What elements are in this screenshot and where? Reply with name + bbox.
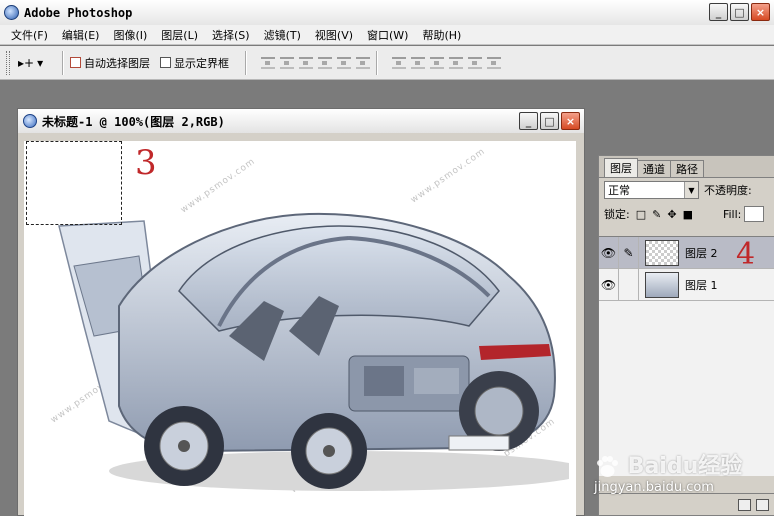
move-tool-icon: ▸+ bbox=[18, 55, 35, 70]
annotation-number-4: 4 bbox=[736, 237, 756, 272]
car-cutaway-illustration bbox=[58, 212, 569, 491]
brush-icon[interactable]: ✎ bbox=[619, 236, 639, 269]
blend-mode-value: 正常 bbox=[608, 184, 630, 197]
app-window-controls: _ □ × bbox=[709, 3, 770, 21]
distribute-hcenter-icon[interactable] bbox=[468, 56, 482, 69]
front-wheel bbox=[144, 406, 224, 486]
palette-tabs: 图层 通道 路径 bbox=[599, 156, 774, 178]
link-cell[interactable] bbox=[619, 268, 639, 301]
layer-thumbnail bbox=[645, 239, 679, 266]
checkbox-box[interactable] bbox=[160, 57, 171, 68]
baidu-logo: Baidu经验 bbox=[594, 448, 742, 480]
align-left-icon[interactable] bbox=[318, 56, 332, 69]
lock-label: 锁定: bbox=[604, 208, 630, 221]
document-window-controls: _ □ × bbox=[519, 112, 580, 130]
tab-channels[interactable]: 通道 bbox=[637, 160, 671, 177]
menu-view[interactable]: 视图(V) bbox=[308, 27, 360, 43]
align-hcenter-icon[interactable] bbox=[337, 56, 351, 69]
align-top-icon[interactable] bbox=[261, 56, 275, 69]
document-icon bbox=[23, 114, 37, 128]
blend-mode-select[interactable]: 正常 ▼ bbox=[604, 181, 699, 199]
distribute-top-icon[interactable] bbox=[392, 56, 406, 69]
fill-label: Fill: bbox=[722, 207, 742, 221]
align-right-icon[interactable] bbox=[356, 56, 370, 69]
separator bbox=[376, 50, 378, 75]
minimize-button[interactable]: _ bbox=[709, 3, 728, 21]
menu-file[interactable]: 文件(F) bbox=[4, 27, 55, 43]
eye-icon[interactable]: 👁 bbox=[599, 268, 619, 301]
move-tool-preset[interactable]: ▸+ ▾ bbox=[18, 52, 56, 74]
doc-maximize-button[interactable]: □ bbox=[540, 112, 559, 130]
opacity-label: 不透明度: bbox=[704, 184, 752, 197]
document-title-bar[interactable]: 未标题-1 @ 100%(图层 2,RGB) _ □ × bbox=[18, 109, 584, 133]
layer-row-layer-1[interactable]: 👁 图层 1 bbox=[599, 268, 774, 301]
distribute-bottom-icon[interactable] bbox=[430, 56, 444, 69]
annotation-number-3: 3 bbox=[135, 143, 157, 183]
layer-name: 图层 2 bbox=[685, 246, 718, 260]
document-title: 未标题-1 @ 100%(图层 2,RGB) bbox=[42, 114, 225, 129]
lock-icons: □ ✎ ✥ ■ bbox=[636, 208, 693, 221]
distribute-buttons bbox=[392, 56, 501, 69]
options-bar-grip[interactable] bbox=[6, 50, 10, 75]
align-bottom-icon[interactable] bbox=[299, 56, 313, 69]
document-canvas[interactable]: www.psmov.com www.psmov.com www.psmov.co… bbox=[24, 141, 576, 516]
baidu-logo-text: Baidu经验 bbox=[627, 454, 743, 479]
lock-move-icon[interactable]: ✥ bbox=[667, 208, 676, 221]
photoshop-app-icon bbox=[4, 5, 19, 20]
lock-transparent-icon[interactable]: □ bbox=[636, 208, 646, 221]
layer-name: 图层 1 bbox=[685, 278, 718, 292]
distribute-vcenter-icon[interactable] bbox=[411, 56, 425, 69]
paw-icon bbox=[597, 456, 618, 477]
baidu-watermark: Baidu经验 jingyan.baidu.com bbox=[586, 440, 774, 516]
menu-edit[interactable]: 编辑(E) bbox=[55, 27, 107, 43]
separator bbox=[245, 50, 247, 75]
menu-select[interactable]: 选择(S) bbox=[205, 27, 257, 43]
rear-wheel bbox=[291, 413, 367, 489]
menu-layer[interactable]: 图层(L) bbox=[154, 27, 205, 43]
document-window: 未标题-1 @ 100%(图层 2,RGB) _ □ × www.psmov.c… bbox=[17, 108, 585, 516]
lock-all-icon[interactable]: ■ bbox=[683, 208, 693, 221]
align-buttons bbox=[261, 56, 370, 69]
checkbox-box[interactable] bbox=[70, 57, 81, 68]
chevron-down-icon: ▾ bbox=[37, 55, 44, 70]
maximize-button[interactable]: □ bbox=[730, 3, 749, 21]
app-title: Adobe Photoshop bbox=[24, 5, 133, 20]
menu-help[interactable]: 帮助(H) bbox=[415, 27, 468, 43]
lock-paint-icon[interactable]: ✎ bbox=[652, 208, 661, 221]
doc-minimize-button[interactable]: _ bbox=[519, 112, 538, 130]
rectangular-selection-marquee[interactable] bbox=[26, 141, 122, 225]
show-bounding-box-checkbox[interactable]: 显示定界框 bbox=[160, 55, 229, 71]
eye-icon[interactable]: 👁 bbox=[599, 236, 619, 269]
layer-thumbnail bbox=[645, 271, 679, 298]
fill-field[interactable] bbox=[744, 206, 765, 222]
baidu-url: jingyan.baidu.com bbox=[594, 480, 714, 495]
separator bbox=[62, 50, 64, 75]
chevron-down-icon[interactable]: ▼ bbox=[684, 182, 698, 198]
tab-paths[interactable]: 路径 bbox=[670, 160, 704, 177]
show-bounding-box-label: 显示定界框 bbox=[174, 56, 229, 70]
tab-layers[interactable]: 图层 bbox=[604, 158, 638, 177]
options-bar: ▸+ ▾ 自动选择图层 显示定界框 bbox=[0, 46, 774, 80]
menu-bar: 文件(F) 编辑(E) 图像(I) 图层(L) 选择(S) 滤镜(T) 视图(V… bbox=[0, 25, 774, 45]
app-title-bar: Adobe Photoshop _ □ × bbox=[0, 0, 774, 25]
auto-select-layer-checkbox[interactable]: 自动选择图层 bbox=[70, 55, 150, 71]
auto-select-layer-label: 自动选择图层 bbox=[84, 56, 150, 70]
distribute-left-icon[interactable] bbox=[449, 56, 463, 69]
distribute-right-icon[interactable] bbox=[487, 56, 501, 69]
close-button[interactable]: × bbox=[751, 3, 770, 21]
blend-opacity-row: 正常 ▼ 不透明度: bbox=[599, 178, 774, 202]
doc-close-button[interactable]: × bbox=[561, 112, 580, 130]
lock-fill-row: 锁定: □ ✎ ✥ ■ Fill: bbox=[599, 202, 774, 226]
menu-window[interactable]: 窗口(W) bbox=[360, 27, 415, 43]
menu-image[interactable]: 图像(I) bbox=[106, 27, 154, 43]
menu-filter[interactable]: 滤镜(T) bbox=[257, 27, 308, 43]
align-vcenter-icon[interactable] bbox=[280, 56, 294, 69]
